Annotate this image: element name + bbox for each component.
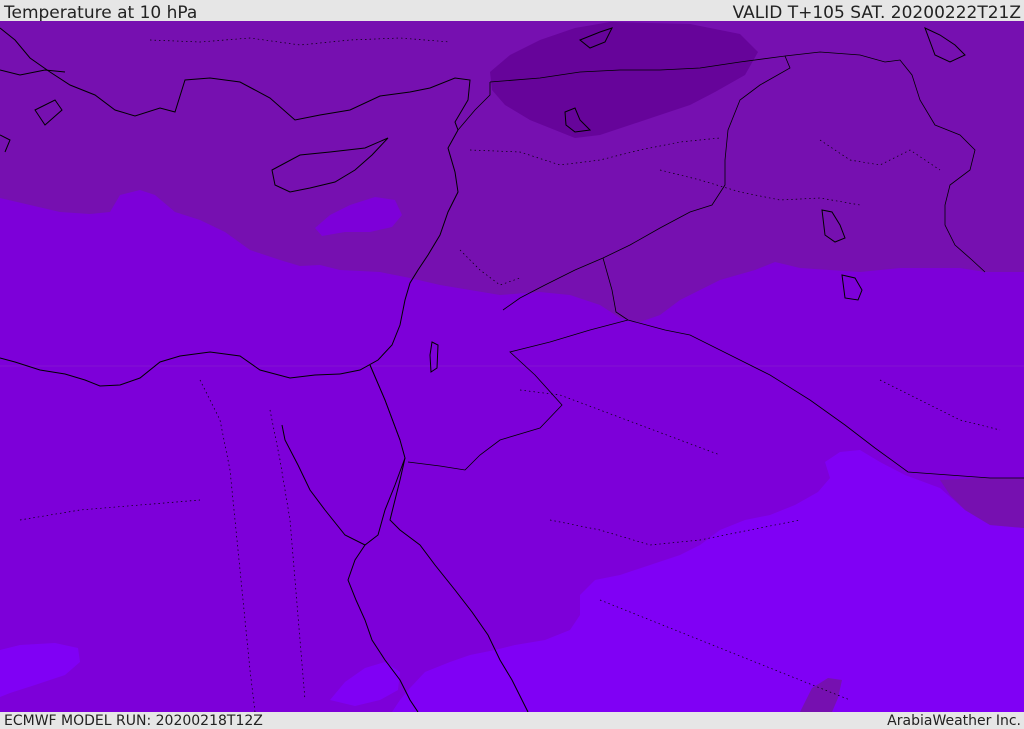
map-title: Temperature at 10 hPa bbox=[4, 3, 198, 23]
credit-label: ArabiaWeather Inc. bbox=[887, 713, 1021, 729]
footer-bar: ECMWF MODEL RUN: 20200218T12Z ArabiaWeat… bbox=[0, 712, 1024, 729]
valid-time-label: VALID T+105 SAT. 20200222T21Z bbox=[732, 3, 1021, 23]
map-canvas bbox=[0, 21, 1024, 712]
temperature-map bbox=[0, 21, 1024, 712]
weather-map-page: Temperature at 10 hPa VALID T+105 SAT. 2… bbox=[0, 0, 1024, 729]
header-bar: Temperature at 10 hPa VALID T+105 SAT. 2… bbox=[0, 0, 1024, 23]
model-run-label: ECMWF MODEL RUN: 20200218T12Z bbox=[4, 713, 263, 729]
